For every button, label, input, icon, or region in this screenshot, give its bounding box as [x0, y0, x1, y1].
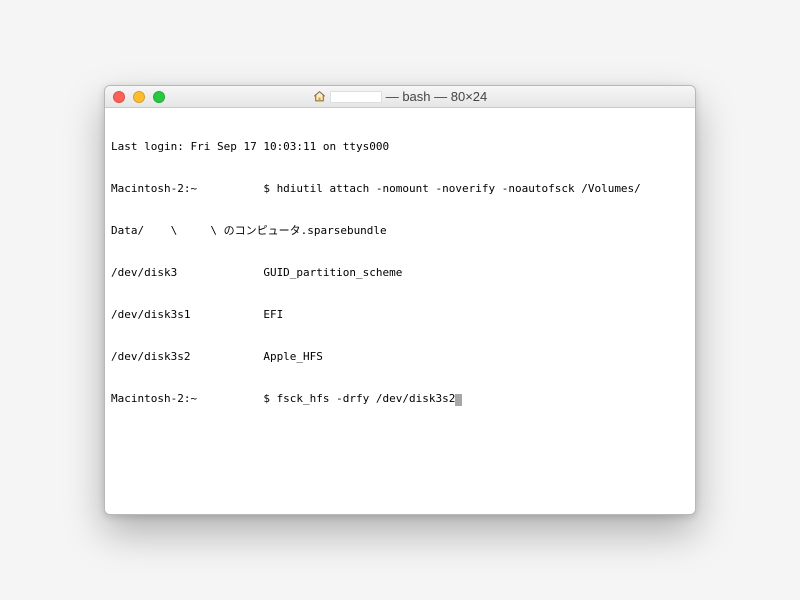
terminal-body[interactable]: Last login: Fri Sep 17 10:03:11 on ttys0… — [105, 108, 695, 514]
close-icon[interactable] — [113, 91, 125, 103]
terminal-prompt-line: Macintosh-2:~ $ fsck_hfs -drfy /dev/disk… — [111, 392, 689, 406]
terminal-line: Data/ \ \ のコンピュータ.sparsebundle — [111, 224, 689, 238]
traffic-lights — [113, 91, 165, 103]
terminal-line: /dev/disk3s2 Apple_HFS — [111, 350, 689, 364]
minimize-icon[interactable] — [133, 91, 145, 103]
titlebar[interactable]: — bash — 80×24 — [105, 86, 695, 108]
cursor-icon — [455, 394, 462, 406]
terminal-line-text: Macintosh-2:~ $ fsck_hfs -drfy /dev/disk… — [111, 392, 455, 405]
title-redacted-username — [330, 91, 382, 103]
terminal-window: — bash — 80×24 Last login: Fri Sep 17 10… — [104, 85, 696, 515]
window-title: — bash — 80×24 — [105, 89, 695, 104]
zoom-icon[interactable] — [153, 91, 165, 103]
terminal-line: /dev/disk3 GUID_partition_scheme — [111, 266, 689, 280]
terminal-line: /dev/disk3s1 EFI — [111, 308, 689, 322]
title-suffix: — bash — 80×24 — [386, 89, 488, 104]
terminal-line: Macintosh-2:~ $ hdiutil attach -nomount … — [111, 182, 689, 196]
terminal-line: Last login: Fri Sep 17 10:03:11 on ttys0… — [111, 140, 689, 154]
home-icon — [313, 90, 326, 103]
